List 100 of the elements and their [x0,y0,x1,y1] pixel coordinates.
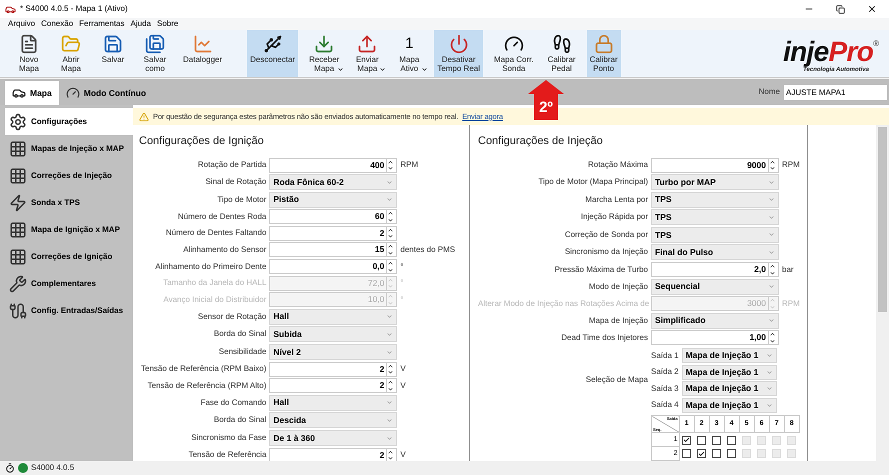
sidebar-item[interactable]: Sonda x TPS [5,189,133,216]
menu-item[interactable]: Conexão [41,18,74,30]
field-label: Avanço Inicial do Distribuidor [162,294,266,306]
dropdown[interactable]: Mapa de Injeção 1 [682,348,777,364]
dropdown[interactable]: Hall [269,308,398,325]
dropdown[interactable]: TPS [651,226,779,243]
sidebar-item[interactable]: Correções de Injeção [5,162,133,189]
sidebar-item[interactable]: Correções de Ignição [5,243,133,270]
checkbox[interactable] [697,449,706,458]
tab[interactable]: Mapa [5,81,59,105]
sidebar-item[interactable]: Config. Entradas/Saídas [5,297,133,324]
document-icon [19,33,39,55]
number-field[interactable]: 2 [269,448,398,461]
dropdown[interactable]: De 1 à 360 [269,430,398,446]
map-grid-icon [9,166,27,184]
toolbar-button[interactable]: Desconectar [247,30,298,77]
checkbox[interactable] [712,436,722,445]
toolbar-button[interactable]: Calibrar Ponto [586,30,621,77]
number-field[interactable]: 9000 [651,158,779,172]
field-label: Número de Dentes Roda [176,210,266,223]
menu-item[interactable]: Sobre [156,18,178,30]
toolbar-button[interactable]: Datalogger [180,30,226,77]
toolbar-button[interactable]: 1 Mapa Ativo [392,30,426,77]
number-field[interactable]: 400 [269,158,398,172]
output-label: Saída 4 [651,399,679,412]
unit-label: bar [782,264,795,276]
toolbar-button[interactable]: Novo Mapa [12,30,46,77]
number-field[interactable]: 2,0 [651,262,779,278]
checkbox[interactable] [697,436,706,445]
checkbox[interactable] [727,436,736,445]
unit-label: dentes do PMS [400,244,456,256]
toolbar-button[interactable]: Desativar Tempo Real [434,30,483,77]
sidebar-item[interactable]: Configurações [5,108,133,135]
number-field[interactable]: 0,0 [269,259,398,274]
number-field[interactable]: 2 [269,378,398,394]
unit-label: ° [400,277,405,290]
warning-icon [139,112,149,122]
wiring-icon [9,302,27,320]
dropdown[interactable]: Mapa de Injeção 1 [682,398,777,413]
menu-item[interactable]: Ajuda [130,18,151,30]
name-field[interactable]: AJUSTE MAPA1 [784,84,887,100]
number-field[interactable]: 2 [269,226,398,241]
window-title: * S4000 4.0.5 - Mapa 1 (Ativo) [20,3,128,15]
field-label: Número de Dentes Faltando [164,227,266,240]
number-field[interactable]: 60 [269,209,398,224]
sidebar-item[interactable]: Mapa de Ignição x MAP [5,216,133,243]
dropdown[interactable]: Mapa de Injeção 1 [682,364,777,380]
map-grid-icon [9,220,27,238]
sidebar-item[interactable]: Mapas de Injeção x MAP [5,135,133,162]
chevron-icon [386,416,394,424]
dropdown[interactable]: Simplificado [651,312,779,329]
upload-icon [357,33,378,55]
checkbox[interactable] [712,449,722,458]
output-label: Saída 2 [651,366,679,378]
field-label: Tensão de Referência (RPM Baixo) [141,363,266,376]
number-field[interactable]: 1,00 [651,330,779,346]
sidebar-item[interactable]: Complementares [5,270,133,297]
toolbar-button[interactable]: Receber Mapa [306,30,342,77]
dropdown[interactable]: Subida [269,326,398,342]
menu-item[interactable]: Ferramentas [79,18,125,30]
dropdown[interactable]: TPS [651,209,779,226]
toolbar-button[interactable]: Calibrar Pedal [544,30,579,77]
dropdown[interactable]: Pistão [269,192,398,208]
field-label: Mapa de Injeção [588,314,648,327]
chevron-icon [386,348,394,356]
dropdown[interactable]: Turbo por MAP [651,174,779,190]
dropdown[interactable]: Final do Pulso [651,244,779,260]
toolbar-button[interactable]: Enviar Mapa [350,30,384,77]
toolbar-button[interactable]: Salvar [96,30,130,77]
checkbox[interactable] [682,436,692,445]
chevron-icon [768,214,775,221]
checkbox[interactable] [682,449,692,458]
tools-icon [9,274,27,292]
menu-item[interactable]: Arquivo [8,18,36,30]
dropdown[interactable]: Hall [269,394,398,411]
field-label: Injeção Rápida por [580,211,648,224]
number-field[interactable]: 2 [269,362,398,377]
tab[interactable]: Modo Contínuo [58,81,154,105]
dropdown[interactable]: Roda Fônica 60-2 [269,174,398,190]
toolbar-button[interactable]: Abrir Mapa [54,30,88,77]
number-field[interactable]: 15 [269,242,398,258]
dropdown[interactable]: Mapa de Injeção 1 [682,381,777,396]
dropdown[interactable]: Sequencial [651,278,779,295]
scrollbar[interactable] [876,125,889,461]
toolbar-button[interactable]: Mapa Corr. Sonda [491,30,537,77]
dropdown[interactable]: TPS [651,192,779,208]
field-label: Sensor de Rotação [196,310,266,323]
dropdown[interactable]: Descida [269,412,398,428]
dropdown[interactable]: Nível 2 [269,344,398,360]
close-icon[interactable] [867,4,877,14]
section-title: Configurações de Ignição [139,134,265,149]
field-label: Modo de Injeção [588,280,648,293]
unit-label: RPM [782,298,800,310]
checkbox[interactable] [727,449,736,458]
field-label: Alinhamento do Sensor [182,244,266,256]
field-label: Sincronismo da Injeção [564,246,648,258]
stopwatch-icon [5,463,15,473]
toolbar-button[interactable]: Salvar como [138,30,172,77]
field-label: Marcha Lenta por [584,194,648,206]
restore-icon[interactable] [836,4,845,14]
